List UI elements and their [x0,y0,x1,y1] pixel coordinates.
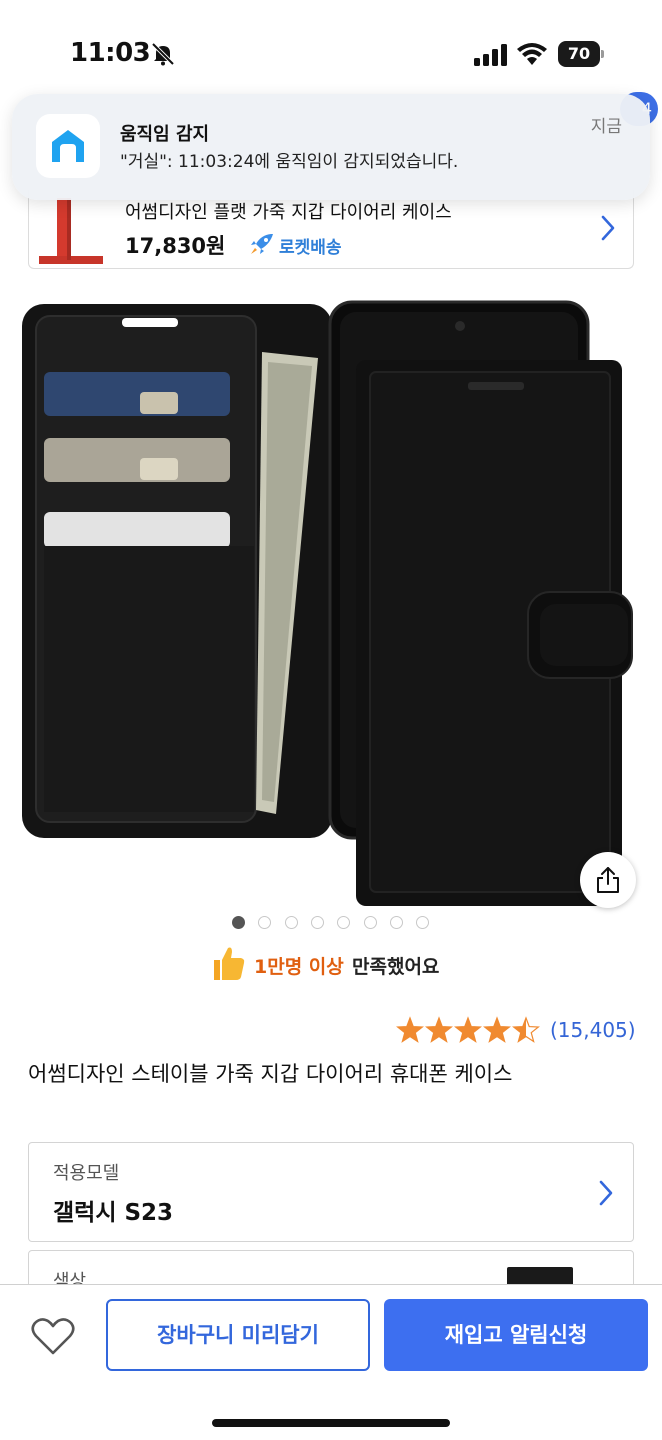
rating-star [425,1016,453,1043]
battery-percent: 70 [567,44,591,63]
rating-star [483,1016,511,1043]
motion-notification[interactable]: 움직임 감지 "거실": 11:03:24에 움직임이 감지되었습니다. 지금 [12,94,650,200]
add-to-cart-button[interactable]: 장바구니 미리담기 [106,1299,370,1371]
wifi-icon [517,43,547,65]
share-icon [597,867,619,893]
model-option-label: 적용모델 [53,1163,120,1184]
home-app-icon [36,114,100,178]
satisfaction-badge: 1만명 이상 만족했어요 [210,944,510,984]
bottom-action-bar: 장바구니 미리담기 재입고 알림신청 [0,1284,662,1440]
battery-icon: 70 [558,41,604,67]
rocket-icon [251,234,273,254]
chevron-right-icon[interactable] [599,214,617,242]
banner-product-thumbnail [39,198,103,264]
notification-title: 움직임 감지 [120,124,210,145]
image-pagination[interactable] [232,916,432,930]
pagination-dot[interactable] [337,916,351,929]
product-image[interactable] [0,290,662,910]
banner-price: 17,830원 [125,234,226,258]
rating-star [512,1016,540,1043]
heart-icon[interactable] [30,1315,76,1357]
pagination-dot[interactable] [363,916,377,929]
review-count-link[interactable]: (15,405) [550,1018,636,1042]
thumbs-up-icon [214,947,245,980]
home-indicator[interactable] [212,1419,450,1427]
rocket-delivery-label: 로켓배송 [279,238,342,258]
product-title: 어썸디자인 스테이블 가죽 지갑 다이어리 휴대폰 케이스 [28,1062,513,1086]
model-option-selector[interactable]: 적용모델 갤럭시 S23 [28,1142,634,1242]
pagination-dot[interactable] [258,916,272,929]
notification-body: "거실": 11:03:24에 움직임이 감지되었습니다. [120,152,459,172]
pagination-dot[interactable] [232,916,245,929]
banner-product-title: 어썸디자인 플랫 가죽 지갑 다이어리 케이스 [125,202,452,223]
cellular-signal-icon [474,44,507,66]
model-option-value: 갤럭시 S23 [53,1200,174,1226]
pagination-dot[interactable] [310,916,324,929]
related-product-banner[interactable]: 어썸디자인 플랫 가죽 지갑 다이어리 케이스 17,830원 로켓배송 [28,190,634,269]
pagination-dot[interactable] [284,916,298,929]
notification-time: 지금 [590,117,622,137]
share-button[interactable] [580,852,636,908]
satisfaction-highlight: 1만명 이상 [254,956,344,978]
status-time: 11:03 [70,38,151,68]
pagination-dot[interactable] [389,916,403,929]
restock-alert-button[interactable]: 재입고 알림신청 [384,1299,648,1371]
rating-star [454,1016,482,1043]
bell-slash-icon [151,42,175,66]
satisfaction-text: 만족했어요 [352,956,440,978]
rating-star [396,1016,424,1043]
chevron-right-icon [599,1180,613,1206]
pagination-dot[interactable] [416,916,430,929]
status-bar: 11:03 70 [0,0,662,100]
rating-stars[interactable] [396,1016,546,1044]
